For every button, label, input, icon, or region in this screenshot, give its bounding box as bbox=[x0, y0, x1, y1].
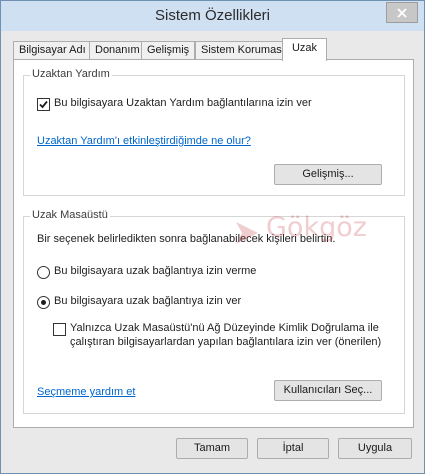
select-users-button[interactable]: Kullanıcıları Seç... bbox=[274, 380, 382, 401]
nla-only-label-line1: Yalnızca Uzak Masaüstü'nü Ağ Düzeyinde K… bbox=[70, 322, 379, 334]
radio-selected-dot bbox=[41, 300, 46, 305]
remote-desktop-description: Bir seçenek belirledikten sonra bağlanab… bbox=[37, 233, 336, 245]
remote-assistance-group-label: Uzaktan Yardım bbox=[30, 68, 112, 80]
close-icon bbox=[397, 7, 407, 18]
allow-remote-assistance-label: Bu bilgisayara Uzaktan Yardım bağlantıla… bbox=[54, 97, 312, 109]
remote-assistance-group: Uzaktan Yardım Bu bilgisayara Uzaktan Ya… bbox=[23, 68, 405, 196]
tab-system-protection[interactable]: Sistem Koruması bbox=[195, 41, 291, 60]
tab-remote[interactable]: Uzak bbox=[282, 38, 327, 61]
close-button[interactable] bbox=[386, 2, 418, 23]
checkmark-icon bbox=[39, 100, 48, 109]
radio-allow-remote-label: Bu bilgisayara uzak bağlantıya izin ver bbox=[54, 295, 242, 307]
ok-button[interactable]: Tamam bbox=[176, 438, 248, 459]
help-me-choose-link[interactable]: Seçmeme yardım et bbox=[37, 386, 135, 398]
radio-allow-remote[interactable] bbox=[37, 296, 50, 309]
radio-disallow-remote[interactable] bbox=[37, 266, 50, 279]
apply-button[interactable]: Uygula bbox=[338, 438, 412, 459]
nla-only-label-line2: çalıştıran bilgisayarlardan yapılan bağl… bbox=[70, 336, 382, 348]
remote-assistance-help-link[interactable]: Uzaktan Yardım'ı etkinleştirdiğimde ne o… bbox=[37, 135, 251, 147]
remote-desktop-group-label: Uzak Masaüstü bbox=[30, 209, 110, 221]
tab-strip: Bilgisayar Adı Donanım Gelişmiş Sistem K… bbox=[13, 38, 413, 61]
tab-panel-remote: Uzaktan Yardım Bu bilgisayara Uzaktan Ya… bbox=[13, 59, 414, 428]
advanced-button[interactable]: Gelişmiş... bbox=[274, 164, 382, 185]
system-properties-dialog: Sistem Özellikleri Bilgisayar Adı Donanı… bbox=[0, 0, 425, 474]
tab-advanced[interactable]: Gelişmiş bbox=[141, 41, 196, 60]
remote-desktop-group: Uzak Masaüstü Bir seçenek belirledikten … bbox=[23, 209, 405, 414]
cancel-button[interactable]: İptal bbox=[257, 438, 329, 459]
tab-computer-name[interactable]: Bilgisayar Adı bbox=[13, 41, 92, 60]
nla-only-checkbox[interactable] bbox=[53, 323, 66, 336]
tab-hardware[interactable]: Donanım bbox=[89, 41, 146, 60]
window-title: Sistem Özellikleri bbox=[154, 7, 271, 24]
allow-remote-assistance-checkbox[interactable] bbox=[37, 98, 50, 111]
title-bar[interactable]: Sistem Özellikleri bbox=[1, 1, 424, 31]
radio-disallow-remote-label: Bu bilgisayara uzak bağlantıya izin verm… bbox=[54, 265, 257, 277]
